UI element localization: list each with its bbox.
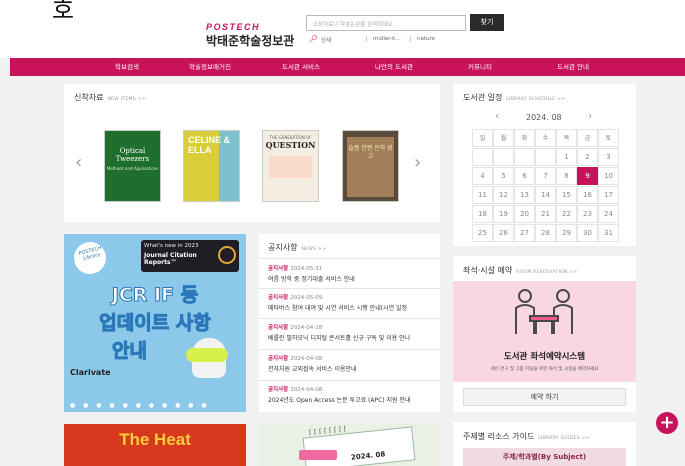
calendar-day[interactable]: 13 [514, 186, 535, 204]
calendar-day[interactable]: 2 [577, 148, 598, 166]
calendar-day[interactable]: 8 [556, 167, 577, 185]
notice-item[interactable]: 공지사항 2024-04-18 베를린 필하모닉 디지털 콘서트홀 신규 구독 및… [259, 319, 440, 350]
banner-jcr-brand: Journal Citation Reports™ [144, 252, 197, 266]
calendar-day[interactable]: 14 [535, 186, 556, 204]
notice-item[interactable]: 공지사항 2024-05-31 여름 방학 중 정기대출 서비스 안내 [259, 260, 440, 289]
calendar-day [535, 148, 556, 166]
notice-item[interactable]: 공지사항 2024-04-08 2024년도 Open Access 논문 투고료… [259, 381, 440, 412]
calendar-weekday: 목 [556, 129, 577, 147]
book-cover[interactable]: Optical Tweezers Methods and Application… [104, 130, 161, 202]
reserve-button[interactable]: 예약 하기 [463, 388, 626, 406]
calendar-day[interactable]: 17 [598, 186, 619, 204]
nav-item-magazine[interactable]: 학술정보매거진 [165, 58, 255, 76]
calendar-day[interactable]: 3 [598, 148, 619, 166]
calendar-day[interactable]: 16 [577, 186, 598, 204]
corner-glyph: 호 [52, 0, 75, 24]
search-button[interactable]: 찾기 [470, 14, 504, 31]
calendar-day[interactable]: 18 [472, 205, 493, 223]
nav-item-about[interactable]: 도서관 안내 [528, 58, 618, 76]
calendar-day[interactable]: 1 [556, 148, 577, 166]
calendar-day[interactable]: 15 [556, 186, 577, 204]
calendar-weekday: 토 [598, 129, 619, 147]
book-cover[interactable]: 슬픔 한편 은하 광고 [342, 130, 399, 202]
main-navigation: 학보검색 학술정보매거진 도서관 서비스 나만의 도서관 커뮤니티 도서관 안내 [10, 58, 685, 76]
book-cover[interactable]: CELINE & ELLA [183, 130, 240, 202]
calendar-day[interactable]: 4 [472, 167, 493, 185]
reservation-title[interactable]: 좌석·시설 예약 ROOM RESERVATION >> [463, 265, 578, 276]
calendar-day[interactable]: 26 [493, 224, 514, 242]
calendar-weekday: 월 [493, 129, 514, 147]
calendar-day [493, 148, 514, 166]
calendar-day[interactable]: 25 [472, 224, 493, 242]
calendar-month: 2024. 08 [526, 113, 562, 122]
clarivate-logo: Clarivate [70, 368, 111, 377]
calendar-day[interactable]: 22 [556, 205, 577, 223]
nav-item-my-library[interactable]: 나만의 도서관 [349, 58, 439, 76]
calendar-weekday: 금 [577, 129, 598, 147]
calendar-day[interactable]: 10 [598, 167, 619, 185]
calendar-day [514, 148, 535, 166]
month-next-icon[interactable]: › [588, 109, 592, 122]
calendar-day[interactable]: 28 [535, 224, 556, 242]
nav-item-services[interactable]: 도서관 서비스 [256, 58, 346, 76]
logo-english[interactable]: POSTECH [206, 22, 260, 32]
calendar-day[interactable]: 31 [598, 224, 619, 242]
seat-reservation-icon [515, 289, 573, 334]
notice-item[interactable]: 공지사항 2024-04-08 전자자원 교외접속 서비스 이용안내 [259, 350, 440, 381]
calendar-day[interactable]: 6 [514, 167, 535, 185]
reservation-description: 개인 연구 및 그룹 미팅을 위한 좌석 및 시설을 예약하세요 [490, 367, 599, 372]
new-items-title[interactable]: 신착자료 NEW ITEMS >> [74, 92, 146, 103]
notice-item[interactable]: 공지사항 2024-05-09 메타버스 참여 대여 및 시연 서비스 시행 안내… [259, 289, 440, 319]
banner-line-2: 업데이트 사항 [99, 312, 212, 335]
quick-link[interactable]: müller-k… [366, 36, 401, 42]
reservation-system-title: 도서관 좌석예약시스템 [503, 352, 586, 362]
banner-whats-new: What's new in 2023 [144, 243, 199, 249]
banner-line-1: JCR IF 등 [111, 284, 199, 307]
nav-item-search[interactable]: 학보검색 [82, 58, 172, 76]
nav-item-community[interactable]: 커뮤니티 [435, 58, 525, 76]
book-cover[interactable]: THE GENERATION OF QUESTION [262, 130, 319, 202]
search-icon[interactable]: 🔎︎ [309, 35, 318, 43]
calendar-day[interactable]: 5 [493, 167, 514, 185]
calendar-day[interactable]: 30 [577, 224, 598, 242]
calendar-day[interactable]: 27 [514, 224, 535, 242]
guides-title[interactable]: 주제별 리소스 가이드 LIBRARY GUIDES >> [463, 431, 590, 442]
quick-link[interactable]: nature [410, 36, 435, 42]
schedule-title[interactable]: 도서관 일정 LIBRARY SCHEDULE >> [463, 92, 565, 103]
calendar-day[interactable]: 11 [472, 186, 493, 204]
calendar-day[interactable]: 21 [535, 205, 556, 223]
heat-banner[interactable]: The Heat [64, 424, 246, 466]
calendar-banner[interactable]: ʃʃʃʃʃʃʃʃ 2024. 08 [259, 424, 440, 466]
banner-line-3: 안내 [112, 340, 148, 363]
notices-title[interactable]: 공지사항 NEWS >> [268, 242, 326, 253]
floating-plus-button[interactable]: + [656, 412, 678, 434]
calendar-day[interactable]: 24 [598, 205, 619, 223]
brain-icon [218, 246, 236, 264]
month-prev-icon[interactable]: ‹ [495, 109, 499, 122]
advanced-search-link[interactable]: 상세 [321, 36, 331, 44]
calendar-day[interactable]: 19 [493, 205, 514, 223]
logo-korean[interactable]: 박태준학술정보관 [206, 32, 294, 49]
calendar-day-today[interactable]: 9 [577, 167, 598, 185]
calendar-day[interactable]: 29 [556, 224, 577, 242]
calendar-weekday: 일 [472, 129, 493, 147]
guide-by-subject-button[interactable]: 주제/학과별(By Subject) [463, 448, 626, 466]
heat-banner-text: The Heat [119, 430, 191, 449]
banner-pagination[interactable]: ● ● ● ● ● ● ● ● ● ● ● [70, 402, 210, 409]
calendar-day [472, 148, 493, 166]
calendar-day[interactable]: 23 [577, 205, 598, 223]
carousel-prev-icon[interactable]: ‹ [75, 152, 82, 173]
calendar-day[interactable]: 20 [514, 205, 535, 223]
calendar-weekday: 수 [535, 129, 556, 147]
carousel-next-icon[interactable]: › [414, 152, 421, 173]
calendar-day[interactable]: 12 [493, 186, 514, 204]
calendar-weekday: 화 [514, 129, 535, 147]
search-input[interactable]: 소장자료나 학술논문을 검색하세요 [306, 15, 466, 31]
jcr-banner[interactable]: POSTECH Library What's new in 2023 Journ… [64, 234, 246, 412]
calendar-day[interactable]: 7 [535, 167, 556, 185]
